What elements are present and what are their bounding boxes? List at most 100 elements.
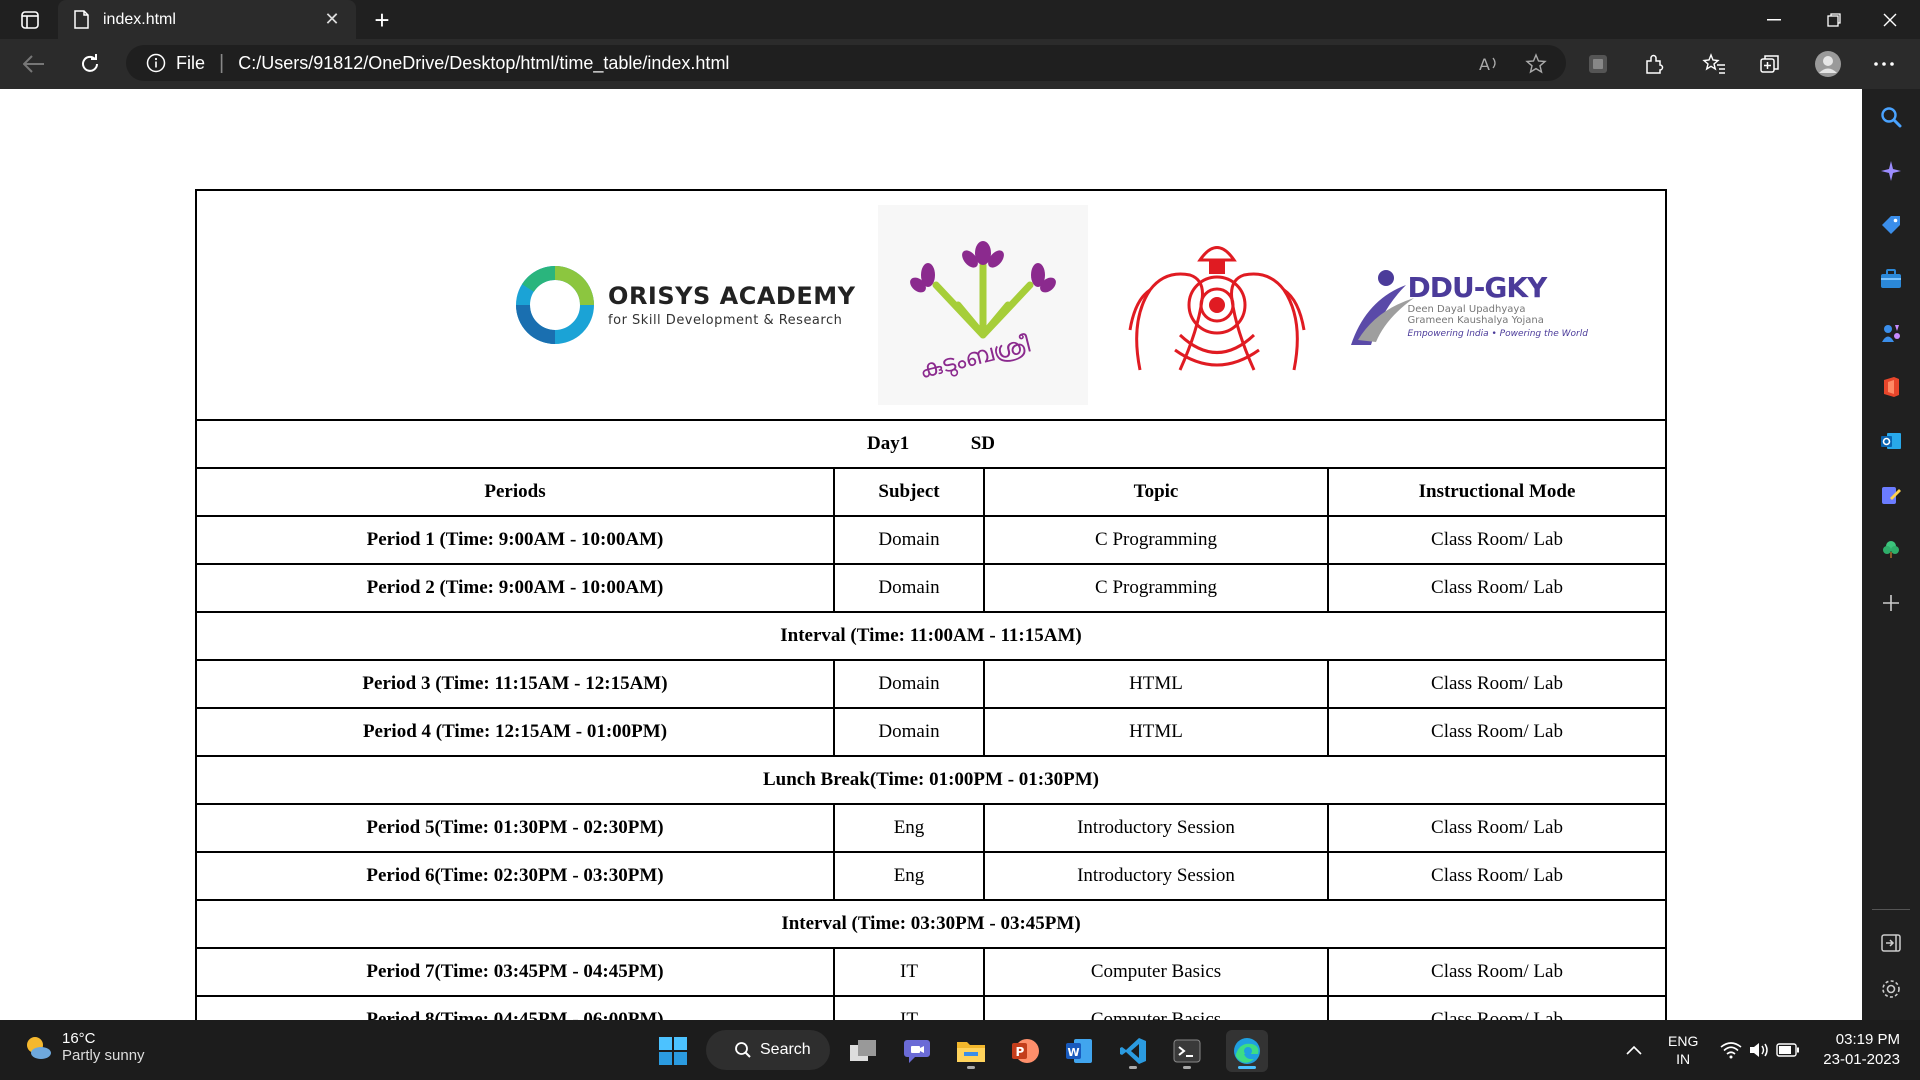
- mode-cell: Class Room/ Lab: [1327, 803, 1667, 853]
- tab-actions-icon[interactable]: [18, 8, 42, 32]
- close-window-button[interactable]: [1862, 0, 1918, 39]
- subject-cell: IT: [833, 947, 985, 997]
- timetable: ORISYS ACADEMY for Skill Development & R…: [195, 189, 1667, 1045]
- collections-icon[interactable]: [1754, 48, 1786, 80]
- address-url[interactable]: C:/Users/91812/OneDrive/Desktop/html/tim…: [238, 53, 729, 74]
- show-hidden-icons[interactable]: [1626, 1020, 1642, 1080]
- period-cell: Period 6(Time: 02:30PM - 03:30PM): [195, 851, 835, 901]
- teams-chat-icon[interactable]: [896, 1030, 938, 1072]
- document-icon: [74, 10, 90, 30]
- topic-cell: HTML: [983, 659, 1329, 709]
- mode-cell: Class Room/ Lab: [1327, 947, 1667, 997]
- break-cell: Interval (Time: 03:30PM - 03:45PM): [195, 899, 1667, 949]
- outlook-icon[interactable]: [1875, 425, 1907, 457]
- address-separator: |: [219, 51, 225, 74]
- region-code: IN: [1676, 1051, 1691, 1067]
- add-sidebar-item-icon[interactable]: [1875, 587, 1907, 619]
- drop-edit-icon[interactable]: [1875, 479, 1907, 511]
- browser-tab[interactable]: index.html ✕: [58, 0, 356, 39]
- extensions-icon[interactable]: [1638, 48, 1670, 80]
- clock-date: 23-01-2023: [1823, 1051, 1900, 1068]
- office-icon[interactable]: [1875, 371, 1907, 403]
- file-explorer-icon[interactable]: [950, 1030, 992, 1072]
- mode-cell: Class Room/ Lab: [1327, 659, 1667, 709]
- weather-widget[interactable]: 16°C Partly sunny: [22, 1030, 145, 1064]
- orisys-academy-logo: ORISYS ACADEMY for Skill Development & R…: [514, 264, 855, 346]
- table-row: Period 6(Time: 02:30PM - 03:30PM) Eng In…: [195, 851, 1667, 901]
- running-indicator: [1183, 1066, 1191, 1069]
- powerpoint-icon[interactable]: P: [1004, 1030, 1046, 1072]
- tab-title: index.html: [103, 10, 176, 28]
- mode-cell: Class Room/ Lab: [1327, 851, 1667, 901]
- break-row: Lunch Break(Time: 01:00PM - 01:30PM): [195, 755, 1667, 805]
- subject-cell: Domain: [833, 707, 985, 757]
- browser-titlebar: index.html ✕ +: [0, 0, 1920, 39]
- edge-browser-icon[interactable]: [1226, 1030, 1268, 1072]
- discover-sparkle-icon[interactable]: [1875, 155, 1907, 187]
- logo-header-cell: ORISYS ACADEMY for Skill Development & R…: [195, 189, 1667, 421]
- ddugky-logo: DDU-GKY Deen Dayal Upadhyaya Grameen Kau…: [1346, 260, 1588, 350]
- topic-cell: HTML: [983, 707, 1329, 757]
- sidebar-settings-gear-icon[interactable]: [1875, 973, 1907, 1005]
- kudumbashree-logo: കുടുംബശ്രീ: [877, 205, 1088, 405]
- topic-cell: Computer Basics: [983, 947, 1329, 997]
- period-cell: Period 2 (Time: 9:00AM - 10:00AM): [195, 563, 835, 613]
- hide-sidebar-icon[interactable]: [1875, 927, 1907, 959]
- sidebar-divider: [1872, 909, 1910, 910]
- batch-code: SD: [970, 433, 996, 454]
- terminal-icon[interactable]: [1166, 1030, 1208, 1072]
- search-label: Search: [760, 1041, 811, 1058]
- tools-briefcase-icon[interactable]: [1875, 263, 1907, 295]
- extension-app-icon[interactable]: [1582, 48, 1614, 80]
- browser-toolbar: File | C:/Users/91812/OneDrive/Desktop/h…: [0, 39, 1920, 89]
- break-row: Interval (Time: 11:00AM - 11:15AM): [195, 611, 1667, 661]
- games-icon[interactable]: [1875, 317, 1907, 349]
- kerala-emblem-logo: [1110, 230, 1324, 380]
- kerala-emblem-icon: [1128, 246, 1305, 371]
- ddugky-name: DDU-GKY: [1407, 271, 1548, 304]
- orisys-name: ORISYS ACADEMY: [608, 282, 856, 310]
- language-indicator[interactable]: ENG IN: [1668, 1020, 1698, 1080]
- period-cell: Period 5(Time: 01:30PM - 02:30PM): [195, 803, 835, 853]
- ddugky-figure-icon: [1350, 270, 1414, 345]
- partly-sunny-icon: [27, 1037, 51, 1059]
- search-icon[interactable]: [1875, 101, 1907, 133]
- new-tab-button[interactable]: +: [368, 5, 396, 35]
- subject-cell: Domain: [833, 563, 985, 613]
- info-icon[interactable]: [146, 53, 166, 73]
- close-tab-icon[interactable]: ✕: [320, 8, 344, 32]
- read-aloud-icon[interactable]: A: [1474, 48, 1506, 80]
- system-clock[interactable]: 03:19 PM 23-01-2023: [1810, 1030, 1900, 1070]
- word-icon[interactable]: W: [1058, 1030, 1100, 1072]
- start-button[interactable]: [652, 1030, 694, 1072]
- refresh-button[interactable]: [74, 48, 106, 80]
- header-subject: Subject: [833, 467, 985, 517]
- period-cell: Period 3 (Time: 11:15AM - 12:15AM): [195, 659, 835, 709]
- vscode-icon[interactable]: [1112, 1030, 1154, 1072]
- tree-icon[interactable]: [1875, 533, 1907, 565]
- shopping-tag-icon[interactable]: [1875, 209, 1907, 241]
- day-label: Day1: [866, 433, 910, 454]
- wifi-icon: [1720, 1042, 1742, 1059]
- table-row: Period 4 (Time: 12:15AM - 01:00PM) Domai…: [195, 707, 1667, 757]
- topic-cell: C Programming: [983, 515, 1329, 565]
- topic-cell: C Programming: [983, 563, 1329, 613]
- kudumbashree-flower-icon: [909, 241, 1056, 339]
- taskbar-search[interactable]: Search: [706, 1030, 830, 1070]
- minimize-button[interactable]: [1746, 0, 1802, 39]
- address-bar[interactable]: File | C:/Users/91812/OneDrive/Desktop/h…: [126, 45, 1566, 81]
- add-favorite-icon[interactable]: [1520, 48, 1552, 80]
- break-cell: Lunch Break(Time: 01:00PM - 01:30PM): [195, 755, 1667, 805]
- orisys-tagline: for Skill Development & Research: [608, 313, 843, 328]
- network-volume-battery[interactable]: [1720, 1020, 1800, 1080]
- back-button[interactable]: [18, 48, 50, 80]
- ddugky-motto: Empowering India • Powering the World: [1407, 329, 1588, 339]
- restore-button[interactable]: [1806, 0, 1862, 39]
- favorites-icon[interactable]: [1698, 48, 1730, 80]
- task-view-icon[interactable]: [842, 1030, 884, 1072]
- profile-avatar[interactable]: [1812, 48, 1844, 80]
- page-content: ORISYS ACADEMY for Skill Development & R…: [0, 89, 1862, 1045]
- settings-more-icon[interactable]: [1868, 48, 1900, 80]
- topic-cell: Introductory Session: [983, 851, 1329, 901]
- mode-cell: Class Room/ Lab: [1327, 515, 1667, 565]
